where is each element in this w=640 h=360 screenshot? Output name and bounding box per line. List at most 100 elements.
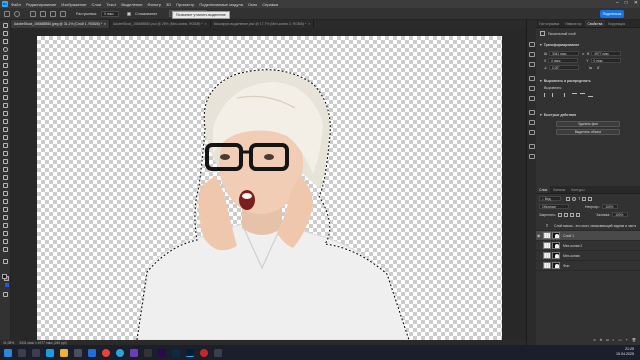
flip-vertical-icon[interactable]: ⇵: [597, 66, 600, 70]
store-icon[interactable]: [74, 348, 82, 357]
telegram-icon[interactable]: [116, 348, 124, 357]
align-header[interactable]: ▾ Выровнять и распределить: [536, 79, 640, 83]
eraser-tool-icon[interactable]: [3, 167, 8, 172]
gradient-tool-icon[interactable]: [3, 183, 8, 188]
type-tool-icon[interactable]: [3, 215, 8, 220]
transform-header[interactable]: ▾ Трансформирование: [536, 43, 640, 47]
actions-panel-icon[interactable]: [529, 52, 535, 57]
close-button[interactable]: ✕: [634, 0, 638, 6]
lock-pixels-icon[interactable]: [564, 212, 569, 217]
task-view-icon[interactable]: [32, 348, 40, 357]
layer-mask-thumbnail[interactable]: [552, 252, 560, 259]
new-layer-icon[interactable]: +: [626, 338, 628, 342]
menu-item[interactable]: Окно: [248, 2, 257, 7]
windows-start-icon[interactable]: [4, 348, 12, 357]
tab-paths[interactable]: Контуры: [568, 186, 587, 193]
paragraph-panel-icon[interactable]: [529, 96, 535, 101]
tab-histogram[interactable]: Гистограмма: [536, 20, 562, 27]
new-group-icon[interactable]: ▭: [618, 338, 621, 342]
angle-field[interactable]: 0,00°: [549, 65, 580, 70]
layer-row[interactable]: Мех-копия 2: [536, 241, 640, 251]
tab-document-3[interactable]: Маскирую выделение.psd @ 17,7% (Мех-копи…: [211, 20, 315, 28]
brush-panel-icon[interactable]: [529, 86, 535, 91]
tab-channels[interactable]: Каналы: [550, 186, 568, 193]
menu-item[interactable]: Текст: [106, 2, 116, 7]
opacity-field[interactable]: 100%: [602, 204, 619, 209]
select-subject-button[interactable]: Выделить объект: [556, 129, 620, 135]
new-selection-icon[interactable]: [30, 10, 36, 17]
edge-icon[interactable]: [46, 348, 54, 357]
layer-row[interactable]: T Слой маски - это мост, связывающий зад…: [536, 221, 640, 231]
blur-tool-icon[interactable]: [3, 191, 8, 196]
layer-mask-thumbnail[interactable]: [552, 232, 560, 239]
align-bottom-icon[interactable]: [588, 93, 593, 97]
y-field[interactable]: 0 пикс: [590, 58, 621, 63]
swatches-panel-icon[interactable]: [529, 76, 535, 81]
info-panel-icon[interactable]: [529, 144, 535, 149]
menu-item[interactable]: Выделение: [121, 2, 142, 7]
dodge-tool-icon[interactable]: [3, 199, 8, 204]
hand-tool-icon[interactable]: [3, 239, 8, 244]
app-icon[interactable]: [130, 348, 138, 357]
fill-field[interactable]: 100%: [612, 212, 629, 217]
photoshop-logo[interactable]: Ps: [2, 1, 8, 7]
red-eye-tool-icon[interactable]: [3, 119, 8, 124]
height-field[interactable]: 4977 пикс: [591, 51, 622, 56]
pattern-stamp-tool-icon[interactable]: [3, 151, 8, 156]
menu-item[interactable]: Слои: [92, 2, 102, 7]
history-panel-icon[interactable]: [529, 42, 535, 47]
app-icon[interactable]: [200, 348, 208, 357]
quick-mask-icon[interactable]: [5, 283, 9, 287]
move-tool-icon[interactable]: [3, 23, 8, 28]
tab-document-2[interactable]: AdobeStock_156888550.psd @ 25% (Мех-копи…: [110, 20, 211, 28]
photoshop-taskbar-icon[interactable]: [186, 348, 194, 357]
healing-brush-tool-icon[interactable]: [3, 103, 8, 108]
app-icon[interactable]: [144, 348, 152, 357]
premiere-icon[interactable]: [158, 348, 166, 357]
screen-mode-icon[interactable]: [3, 292, 8, 297]
ruler-tool-icon[interactable]: [3, 95, 8, 100]
history-brush-tool-icon[interactable]: [3, 159, 8, 164]
layer-row[interactable]: Мех-копия: [536, 251, 640, 261]
lasso-tool-preset-icon[interactable]: [14, 10, 20, 17]
layer-mask-thumbnail[interactable]: [552, 262, 560, 269]
intersect-selection-icon[interactable]: [60, 10, 66, 17]
fx-icon[interactable]: fx: [600, 338, 603, 342]
tab-navigator[interactable]: Навигатор: [562, 20, 584, 27]
menu-item[interactable]: Просмотр: [176, 2, 194, 7]
marquee-tool-icon[interactable]: [3, 39, 8, 44]
layer-row[interactable]: ◉ Слой 1: [536, 231, 640, 241]
layer-mask-thumbnail[interactable]: [552, 242, 560, 249]
tab-layers[interactable]: Слои: [536, 186, 551, 193]
lock-transparency-icon[interactable]: [558, 212, 563, 217]
taskbar-clock[interactable]: 21:25 15.04.2025: [616, 347, 634, 357]
filter-smart-icon[interactable]: [588, 196, 593, 201]
align-top-icon[interactable]: [572, 93, 577, 97]
feather-input[interactable]: 0 пикс: [101, 10, 119, 17]
artboard-tool-icon[interactable]: [3, 31, 8, 36]
glyphs-panel-icon[interactable]: [529, 154, 535, 159]
quick-actions-header[interactable]: ▾ Быстрые действия: [536, 113, 640, 117]
zoom-tool-icon[interactable]: [3, 247, 8, 252]
lightroom-icon[interactable]: [172, 348, 180, 357]
layer-filter-select[interactable]: ⌕ Вид: [539, 196, 561, 201]
lasso-tool-icon[interactable]: [3, 47, 8, 52]
tab-document-1[interactable]: AdobeStock_156888550.jpeg @ 31,1% (Слой …: [11, 20, 111, 28]
menu-item[interactable]: Редактирование: [26, 2, 56, 7]
eyedropper-tool-icon[interactable]: [3, 87, 8, 92]
app-icon[interactable]: [214, 348, 222, 357]
link-layers-icon[interactable]: ∞: [593, 338, 595, 342]
filter-pixel-icon[interactable]: [566, 196, 570, 201]
color-panel-icon[interactable]: [529, 62, 535, 67]
filter-shape-icon[interactable]: [582, 196, 587, 201]
close-tab-icon[interactable]: ×: [205, 22, 207, 26]
align-center-h-icon[interactable]: [552, 93, 557, 97]
lock-all-icon[interactable]: [576, 212, 581, 217]
lock-position-icon[interactable]: [570, 212, 575, 217]
more-tools-icon[interactable]: [3, 259, 8, 264]
maximize-button[interactable]: □: [625, 0, 628, 6]
align-left-icon[interactable]: [544, 93, 549, 97]
add-selection-icon[interactable]: [40, 10, 46, 17]
layer-row[interactable]: Фон: [536, 261, 640, 271]
patch-tool-icon[interactable]: [3, 111, 8, 116]
